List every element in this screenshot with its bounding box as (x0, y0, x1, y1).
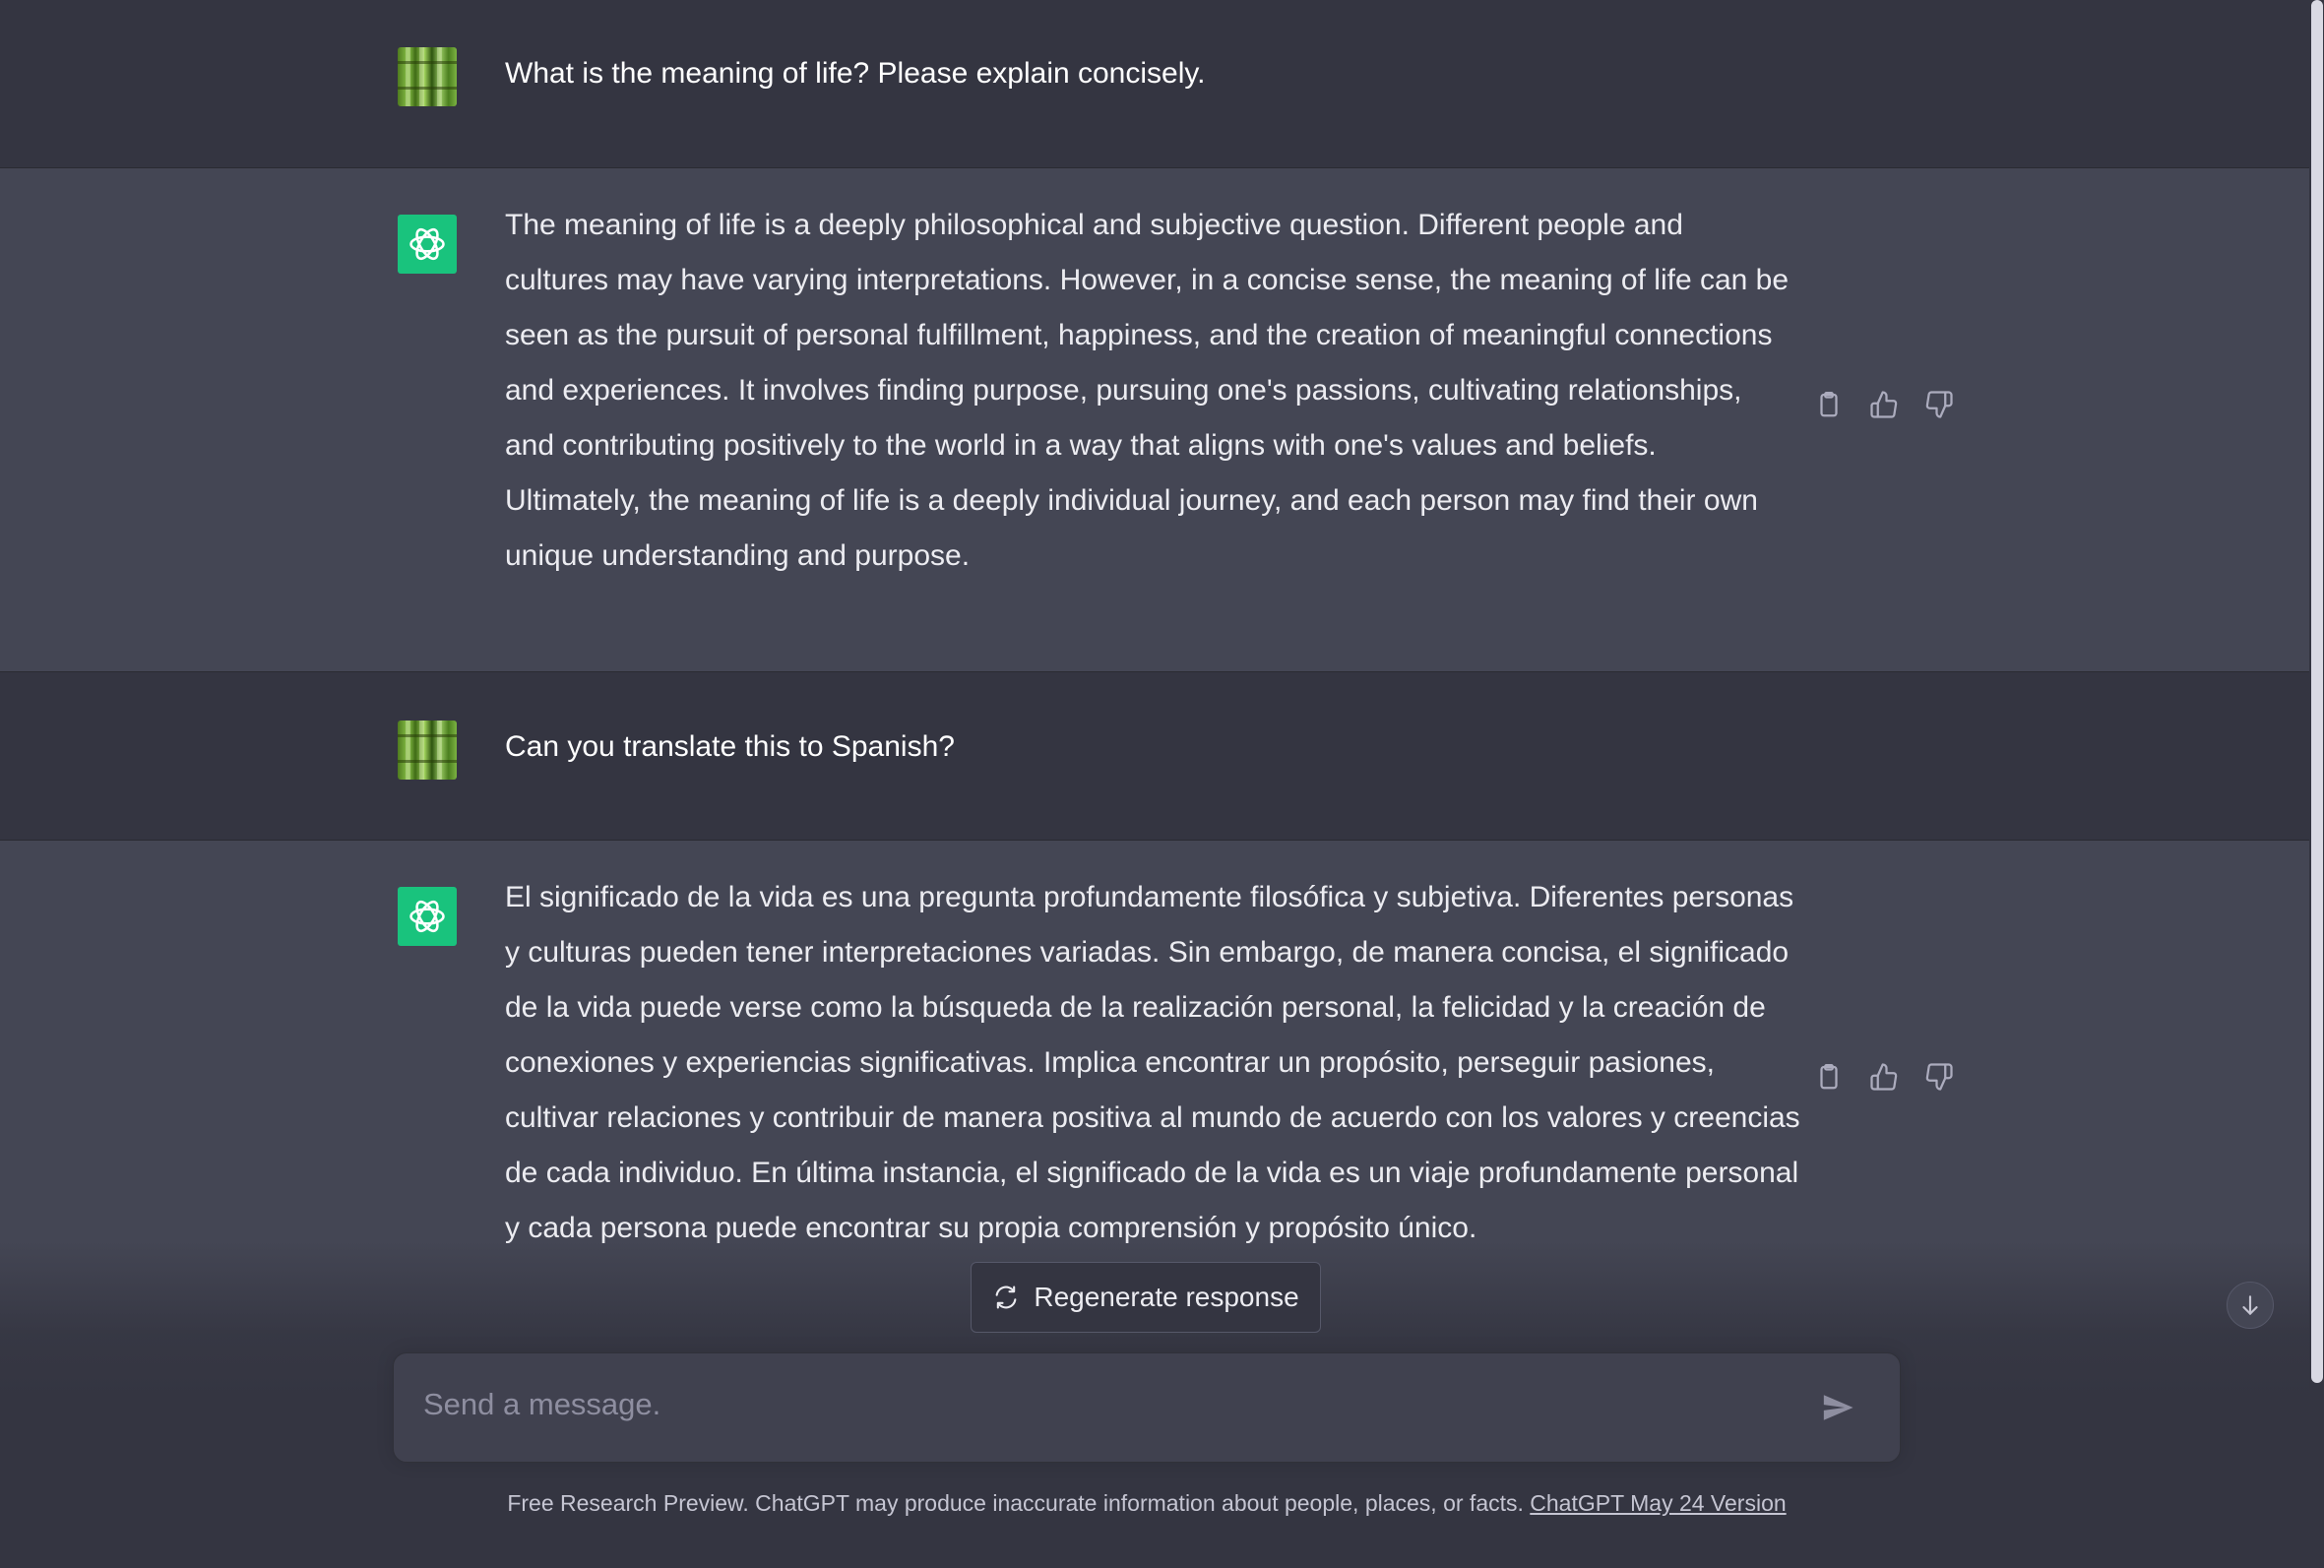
scrollbar-thumb[interactable] (2311, 0, 2323, 1383)
assistant-message: The meaning of life is a deeply philosop… (0, 168, 2309, 672)
clipboard-icon (1820, 1064, 1838, 1090)
send-icon (1823, 1395, 1853, 1420)
user-avatar (398, 721, 457, 780)
openai-logo-icon (409, 900, 445, 933)
thumbs-down-button[interactable] (1921, 1059, 1957, 1095)
scroll-to-bottom-button[interactable] (2227, 1282, 2274, 1329)
regenerate-response-button[interactable]: Regenerate response (971, 1262, 1321, 1333)
footer-disclaimer: Free Research Preview. ChatGPT may produ… (0, 1490, 2293, 1517)
copy-button[interactable] (1811, 387, 1847, 422)
user-message: Can you translate this to Spanish? (0, 672, 2309, 841)
thumbs-down-button[interactable] (1921, 387, 1957, 422)
version-link[interactable]: ChatGPT May 24 Version (1530, 1490, 1786, 1516)
send-button[interactable] (1817, 1387, 1858, 1428)
message-text: El significado de la vida es una pregunt… (505, 881, 1800, 1244)
footer-text: Free Research Preview. ChatGPT may produ… (507, 1490, 1531, 1516)
thumbs-up-icon (1870, 391, 1898, 418)
message-actions (1811, 387, 1957, 422)
assistant-message: El significado de la vida es una pregunt… (0, 841, 2309, 1431)
user-avatar (398, 47, 457, 106)
chatgpt-window: What is the meaning of life? Please expl… (0, 0, 2324, 1568)
thumbs-up-icon (1870, 1063, 1898, 1091)
message-composer[interactable]: Send a message. (393, 1352, 1901, 1463)
message-text: The meaning of life is a deeply philosop… (505, 209, 1790, 572)
refresh-icon (995, 1286, 1017, 1309)
user-message: What is the meaning of life? Please expl… (0, 0, 2309, 168)
thumbs-up-button[interactable] (1866, 387, 1902, 422)
thumbs-down-icon (1925, 391, 1953, 418)
message-text: What is the meaning of life? Please expl… (505, 57, 1206, 90)
message-text: Can you translate this to Spanish? (505, 730, 955, 763)
thumbs-down-icon (1925, 1063, 1953, 1091)
clipboard-icon (1820, 392, 1838, 417)
conversation-thread: What is the meaning of life? Please expl… (0, 0, 2309, 1431)
regenerate-label: Regenerate response (1034, 1282, 1299, 1312)
message-input-placeholder[interactable]: Send a message. (423, 1387, 660, 1422)
chatgpt-avatar (398, 887, 457, 946)
copy-button[interactable] (1811, 1059, 1847, 1095)
arrow-down-icon (2242, 1295, 2258, 1315)
message-actions (1811, 1059, 1957, 1095)
thumbs-up-button[interactable] (1866, 1059, 1902, 1095)
openai-logo-icon (409, 227, 445, 261)
chatgpt-avatar (398, 215, 457, 274)
